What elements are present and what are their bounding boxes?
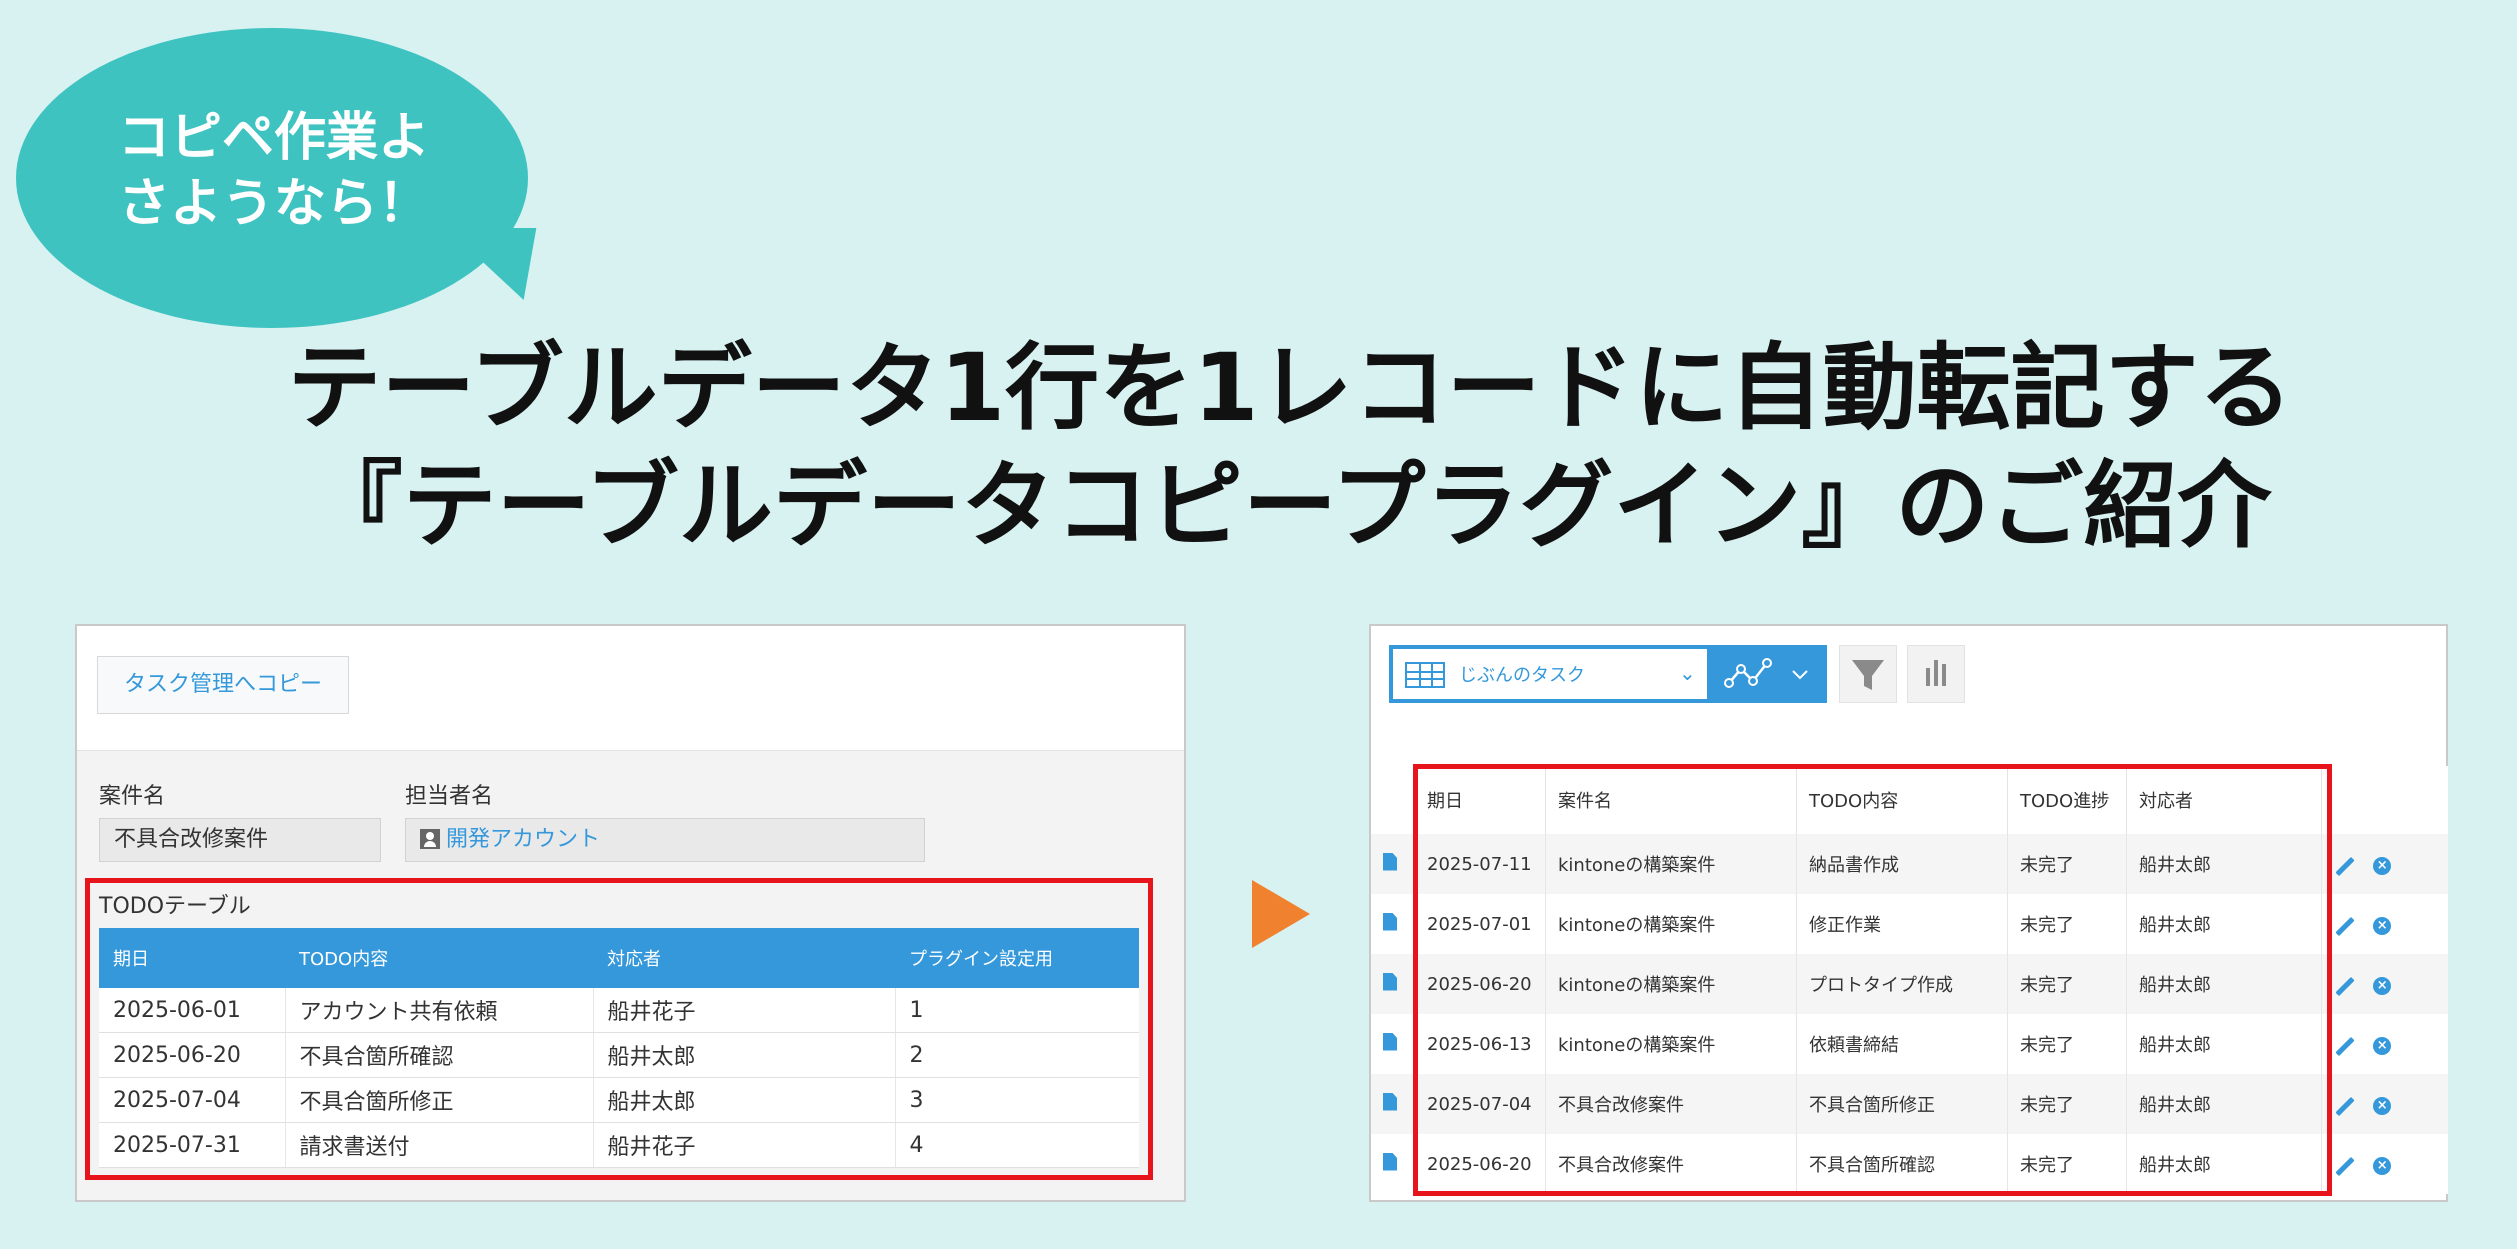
cell-icon <box>1371 834 1415 894</box>
document-icon[interactable] <box>1383 912 1397 931</box>
view-name: じぶんのタスク <box>1459 665 1585 686</box>
cell-actions: × <box>2321 894 2448 954</box>
cell-actions: × <box>2321 1014 2448 1074</box>
owner-field: 開発アカウント <box>405 818 925 862</box>
bubble-line-2: さようなら！ <box>118 174 431 234</box>
delete-circle-icon[interactable]: × <box>2373 977 2392 995</box>
pencil-icon[interactable] <box>2335 1036 2355 1057</box>
cell-icon <box>1371 894 1415 954</box>
pencil-icon[interactable] <box>2335 1096 2355 1117</box>
delete-circle-icon[interactable]: × <box>2373 917 2392 935</box>
owner-link[interactable]: 開発アカウント <box>446 827 600 852</box>
cell-icon <box>1371 1014 1415 1074</box>
cell-actions: × <box>2321 954 2448 1014</box>
bar-chart-button[interactable] <box>1907 645 1965 703</box>
headline: テーブルデータ1行を1レコードに自動転記する 『テーブルデータコピープラグイン』… <box>240 330 2340 566</box>
pencil-icon[interactable] <box>2335 976 2355 997</box>
delete-circle-icon[interactable]: × <box>2373 1037 2392 1055</box>
headline-line-1: テーブルデータ1行を1レコードに自動転記する <box>287 334 2293 443</box>
case-name-label: 案件名 <box>99 784 166 809</box>
highlight-box-left <box>85 878 1153 1180</box>
case-name-field: 不具合改修案件 <box>99 818 381 862</box>
cell-actions: × <box>2321 1074 2448 1134</box>
record-header: タスク管理へコピー <box>77 626 1184 751</box>
cell-actions: × <box>2321 1134 2448 1194</box>
col-header-icon <box>1371 766 1415 834</box>
cell-icon <box>1371 954 1415 1014</box>
cell-icon <box>1371 1074 1415 1134</box>
speech-bubble-text: コピペ作業よ さようなら！ <box>118 105 430 237</box>
copy-to-task-button[interactable]: タスク管理へコピー <box>97 656 349 714</box>
headline-line-2: 『テーブルデータコピープラグイン』のご紹介 <box>308 452 2272 561</box>
bar-chart-icon <box>1926 660 1946 686</box>
document-icon[interactable] <box>1383 1152 1397 1171</box>
funnel-icon <box>1852 660 1884 690</box>
col-header-actions <box>2321 766 2448 834</box>
document-icon[interactable] <box>1383 972 1397 991</box>
owner-label: 担当者名 <box>405 784 494 809</box>
pencil-icon[interactable] <box>2335 1156 2355 1177</box>
graph-icon <box>1724 658 1808 688</box>
view-selector-inner: じぶんのタスク ⌄ <box>1393 649 1707 699</box>
cell-actions: × <box>2321 834 2448 894</box>
chevron-down-icon: ⌄ <box>1679 661 1696 685</box>
table-view-icon <box>1405 662 1445 688</box>
pencil-icon[interactable] <box>2335 916 2355 937</box>
document-icon[interactable] <box>1383 1032 1397 1051</box>
arrow-right-icon <box>1252 880 1310 948</box>
graph-button[interactable] <box>1711 645 1827 703</box>
speech-bubble-tail <box>433 228 537 300</box>
filter-button[interactable] <box>1839 645 1897 703</box>
user-icon <box>420 829 440 849</box>
delete-circle-icon[interactable]: × <box>2373 857 2392 875</box>
document-icon[interactable] <box>1383 852 1397 871</box>
delete-circle-icon[interactable]: × <box>2373 1097 2392 1115</box>
cell-icon <box>1371 1134 1415 1194</box>
view-selector[interactable]: じぶんのタスク ⌄ <box>1389 645 1711 703</box>
document-icon[interactable] <box>1383 1092 1397 1111</box>
highlight-box-right <box>1413 764 2332 1196</box>
pencil-icon[interactable] <box>2335 856 2355 877</box>
bubble-line-1: コピペ作業よ <box>118 108 431 168</box>
delete-circle-icon[interactable]: × <box>2373 1157 2392 1175</box>
